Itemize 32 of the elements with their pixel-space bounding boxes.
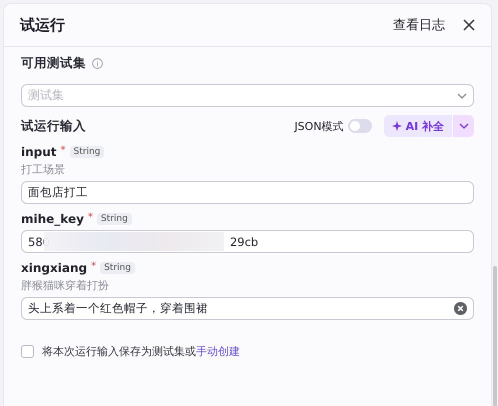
required-mark: * — [88, 212, 93, 223]
required-mark: * — [60, 145, 66, 156]
field-name: mihe_key — [21, 212, 84, 226]
save-checkbox[interactable] — [21, 345, 34, 358]
json-mode-label: JSON模式 — [294, 118, 344, 134]
ai-complete-button[interactable]: AI 补全 — [384, 115, 452, 137]
type-tag: String — [96, 213, 132, 225]
chevron-down-icon — [458, 123, 468, 129]
chevron-down-icon — [457, 92, 467, 98]
type-tag: String — [70, 146, 104, 158]
info-icon — [92, 58, 103, 69]
required-mark: * — [91, 261, 96, 272]
test-set-label: 可用测试集 — [21, 55, 86, 72]
field-description: 胖猴猫咪穿着打扮 — [21, 278, 110, 293]
input-field[interactable]: 面包店打工 — [21, 181, 474, 204]
run-input-label: 试运行输入 — [21, 118, 87, 134]
input-field[interactable]: 580 29cb — [21, 230, 474, 253]
clear-icon[interactable] — [454, 302, 467, 315]
field-description: 打工场景 — [21, 162, 66, 177]
save-text: 将本次运行输入保存为测试集或手动创建 — [42, 344, 240, 359]
field-name: input — [21, 145, 57, 159]
close-icon[interactable] — [463, 19, 475, 31]
input-field[interactable]: 头上系着一个红色帽子，穿着围裙 — [21, 297, 474, 320]
field-name: xingxiang — [21, 261, 88, 275]
json-mode-toggle[interactable] — [348, 119, 372, 133]
scrollbar[interactable] — [493, 266, 497, 406]
type-tag: String — [100, 262, 135, 274]
ai-dropdown-button[interactable] — [453, 115, 474, 137]
sparkle-icon — [392, 121, 402, 131]
manual-create-link[interactable]: 手动创建 — [196, 345, 240, 358]
view-log-link[interactable]: 查看日志 — [393, 16, 445, 34]
dialog-title: 试运行 — [20, 16, 66, 34]
